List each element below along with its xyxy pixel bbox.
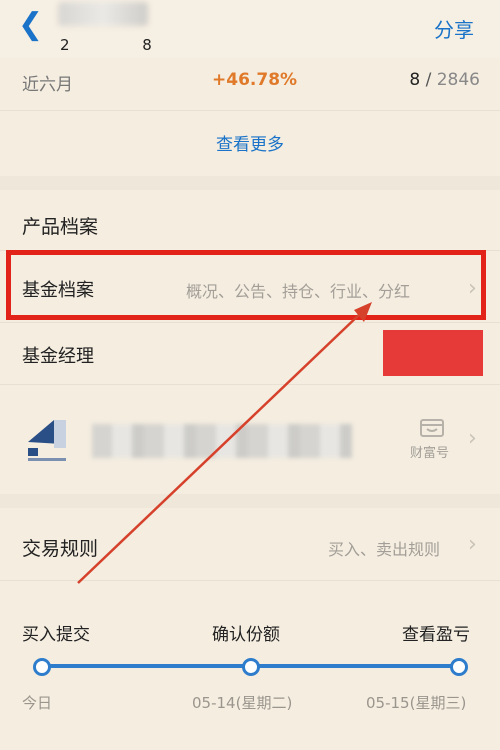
annotation-arrow [77, 302, 372, 584]
